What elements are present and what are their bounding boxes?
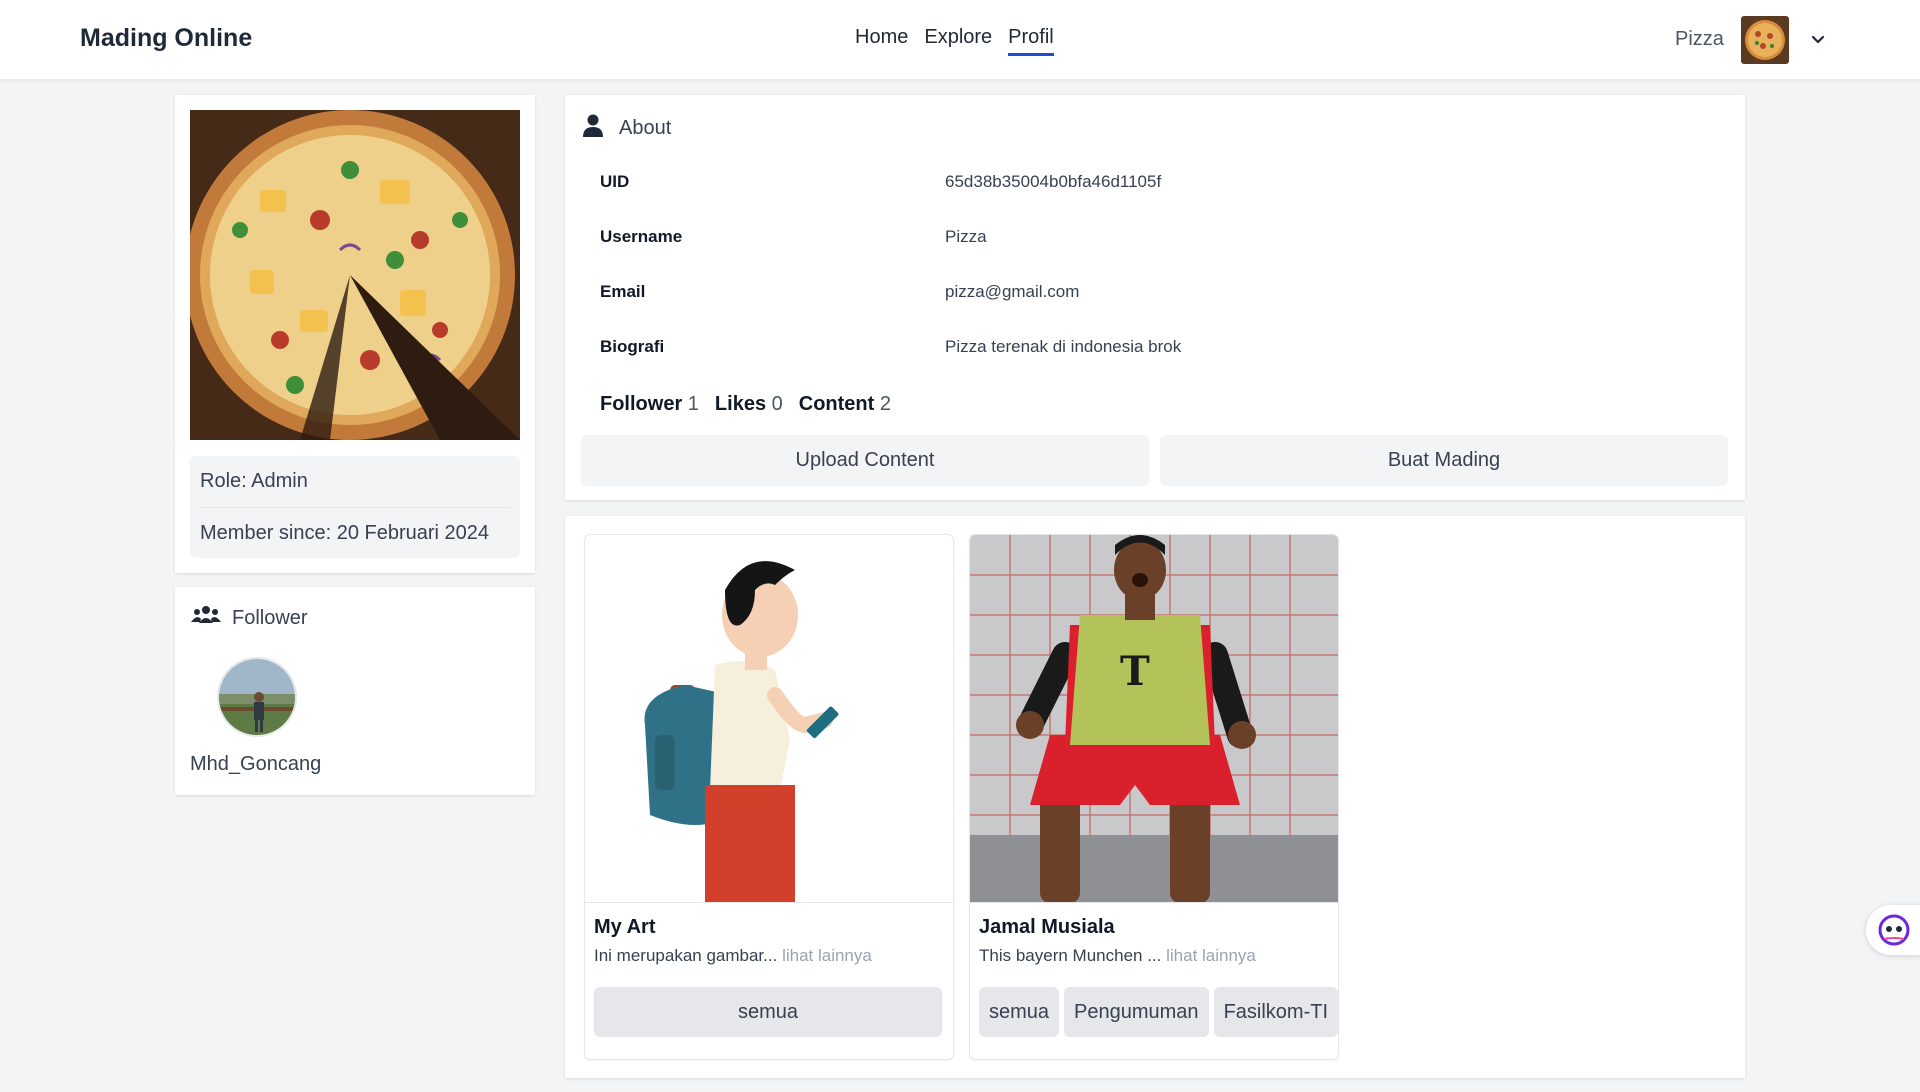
likes-stat-label: Likes [714, 393, 767, 415]
users-icon [190, 605, 222, 631]
role-text: Role: Admin [200, 470, 308, 492]
biografi-label: Biografi [600, 337, 665, 356]
about-title: About [619, 116, 672, 139]
about-header: About [581, 113, 671, 143]
username-label: Username [600, 227, 683, 246]
chevron-down-icon[interactable] [1808, 30, 1828, 50]
see-more-link[interactable]: lihat lainnya [782, 946, 872, 965]
buat-mading-button[interactable]: Buat Mading [1160, 435, 1728, 486]
post-tags: semua [594, 987, 942, 1037]
content-stat: Content 2 [799, 393, 891, 416]
follower-stat: Follower 1 [600, 393, 699, 416]
member-since-text: Member since: 20 Februari 2024 [200, 507, 510, 558]
post-tags: semua Pengumuman Fasilkom-TI [979, 987, 1338, 1037]
follower-title: Follower [232, 606, 308, 629]
tag-chip[interactable]: Pengumuman [1064, 987, 1209, 1037]
likes-stat-count: 0 [771, 393, 783, 415]
svg-text:T: T [1120, 648, 1150, 695]
uid-label: UID [600, 172, 630, 191]
role-info-box: Role: Admin Member since: 20 Februari 20… [190, 456, 520, 558]
post-description: This bayern Munchen ... lihat lainnya [979, 946, 1256, 966]
content-stat-count: 2 [879, 393, 891, 415]
follower-header: Follower [190, 605, 308, 631]
chat-assistant-button[interactable] [1866, 905, 1920, 955]
follower-stat-label: Follower [600, 393, 683, 415]
user-avatar[interactable] [1741, 16, 1789, 64]
post-image[interactable]: T [970, 535, 1338, 903]
post-desc-text: Ini merupakan gambar... [594, 946, 778, 965]
biografi-value: Pizza terenak di indonesia brok [945, 337, 1182, 356]
see-more-link[interactable]: lihat lainnya [1166, 946, 1256, 965]
nav-explore[interactable]: Explore [924, 26, 992, 56]
nav-home[interactable]: Home [855, 26, 908, 56]
tag-chip[interactable]: semua [979, 987, 1060, 1037]
content-grid-card: My Art Ini merupakan gambar... lihat lai… [565, 516, 1745, 1078]
content-stat-label: Content [798, 393, 875, 415]
user-icon [581, 113, 605, 143]
username-value: Pizza [945, 227, 987, 246]
post-title[interactable]: My Art [594, 916, 655, 939]
post-title[interactable]: Jamal Musiala [979, 916, 1115, 939]
brand-title[interactable]: Mading Online [80, 24, 252, 53]
about-card: About UID 65d38b35004b0bfa46d1105f Usern… [565, 95, 1745, 500]
uid-value: 65d38b35004b0bfa46d1105f [945, 172, 1162, 191]
user-name[interactable]: Pizza [1675, 28, 1724, 51]
post-description: Ini merupakan gambar... lihat lainnya [594, 946, 872, 966]
email-label: Email [600, 282, 646, 301]
follower-card: Follower Mhd_Goncang [175, 587, 535, 795]
top-navbar: Mading Online Home Explore Profil Pizza [0, 0, 1920, 80]
main-nav: Home Explore Profil [855, 26, 1054, 56]
post-desc-text: This bayern Munchen ... [979, 946, 1162, 965]
follower-avatar[interactable] [217, 657, 297, 737]
profile-stats: Follower 1 Likes 0 Content 2 [600, 393, 891, 416]
follower-stat-count: 1 [687, 393, 699, 415]
post-card[interactable]: T Jamal Musiala This bayern Munchen ... … [969, 534, 1339, 1060]
profile-card: Role: Admin Member since: 20 Februari 20… [175, 95, 535, 573]
profile-photo [190, 110, 520, 440]
email-value: pizza@gmail.com [945, 282, 1080, 301]
likes-stat: Likes 0 [715, 393, 783, 416]
tag-chip[interactable]: Fasilkom-TI [1213, 987, 1338, 1037]
chat-bot-icon [1878, 914, 1910, 946]
tag-chip[interactable]: semua [594, 987, 942, 1037]
post-card[interactable]: My Art Ini merupakan gambar... lihat lai… [584, 534, 954, 1060]
nav-profil[interactable]: Profil [1008, 26, 1054, 56]
follower-name[interactable]: Mhd_Goncang [190, 753, 321, 776]
upload-content-button[interactable]: Upload Content [581, 435, 1149, 486]
post-image[interactable] [585, 535, 953, 903]
